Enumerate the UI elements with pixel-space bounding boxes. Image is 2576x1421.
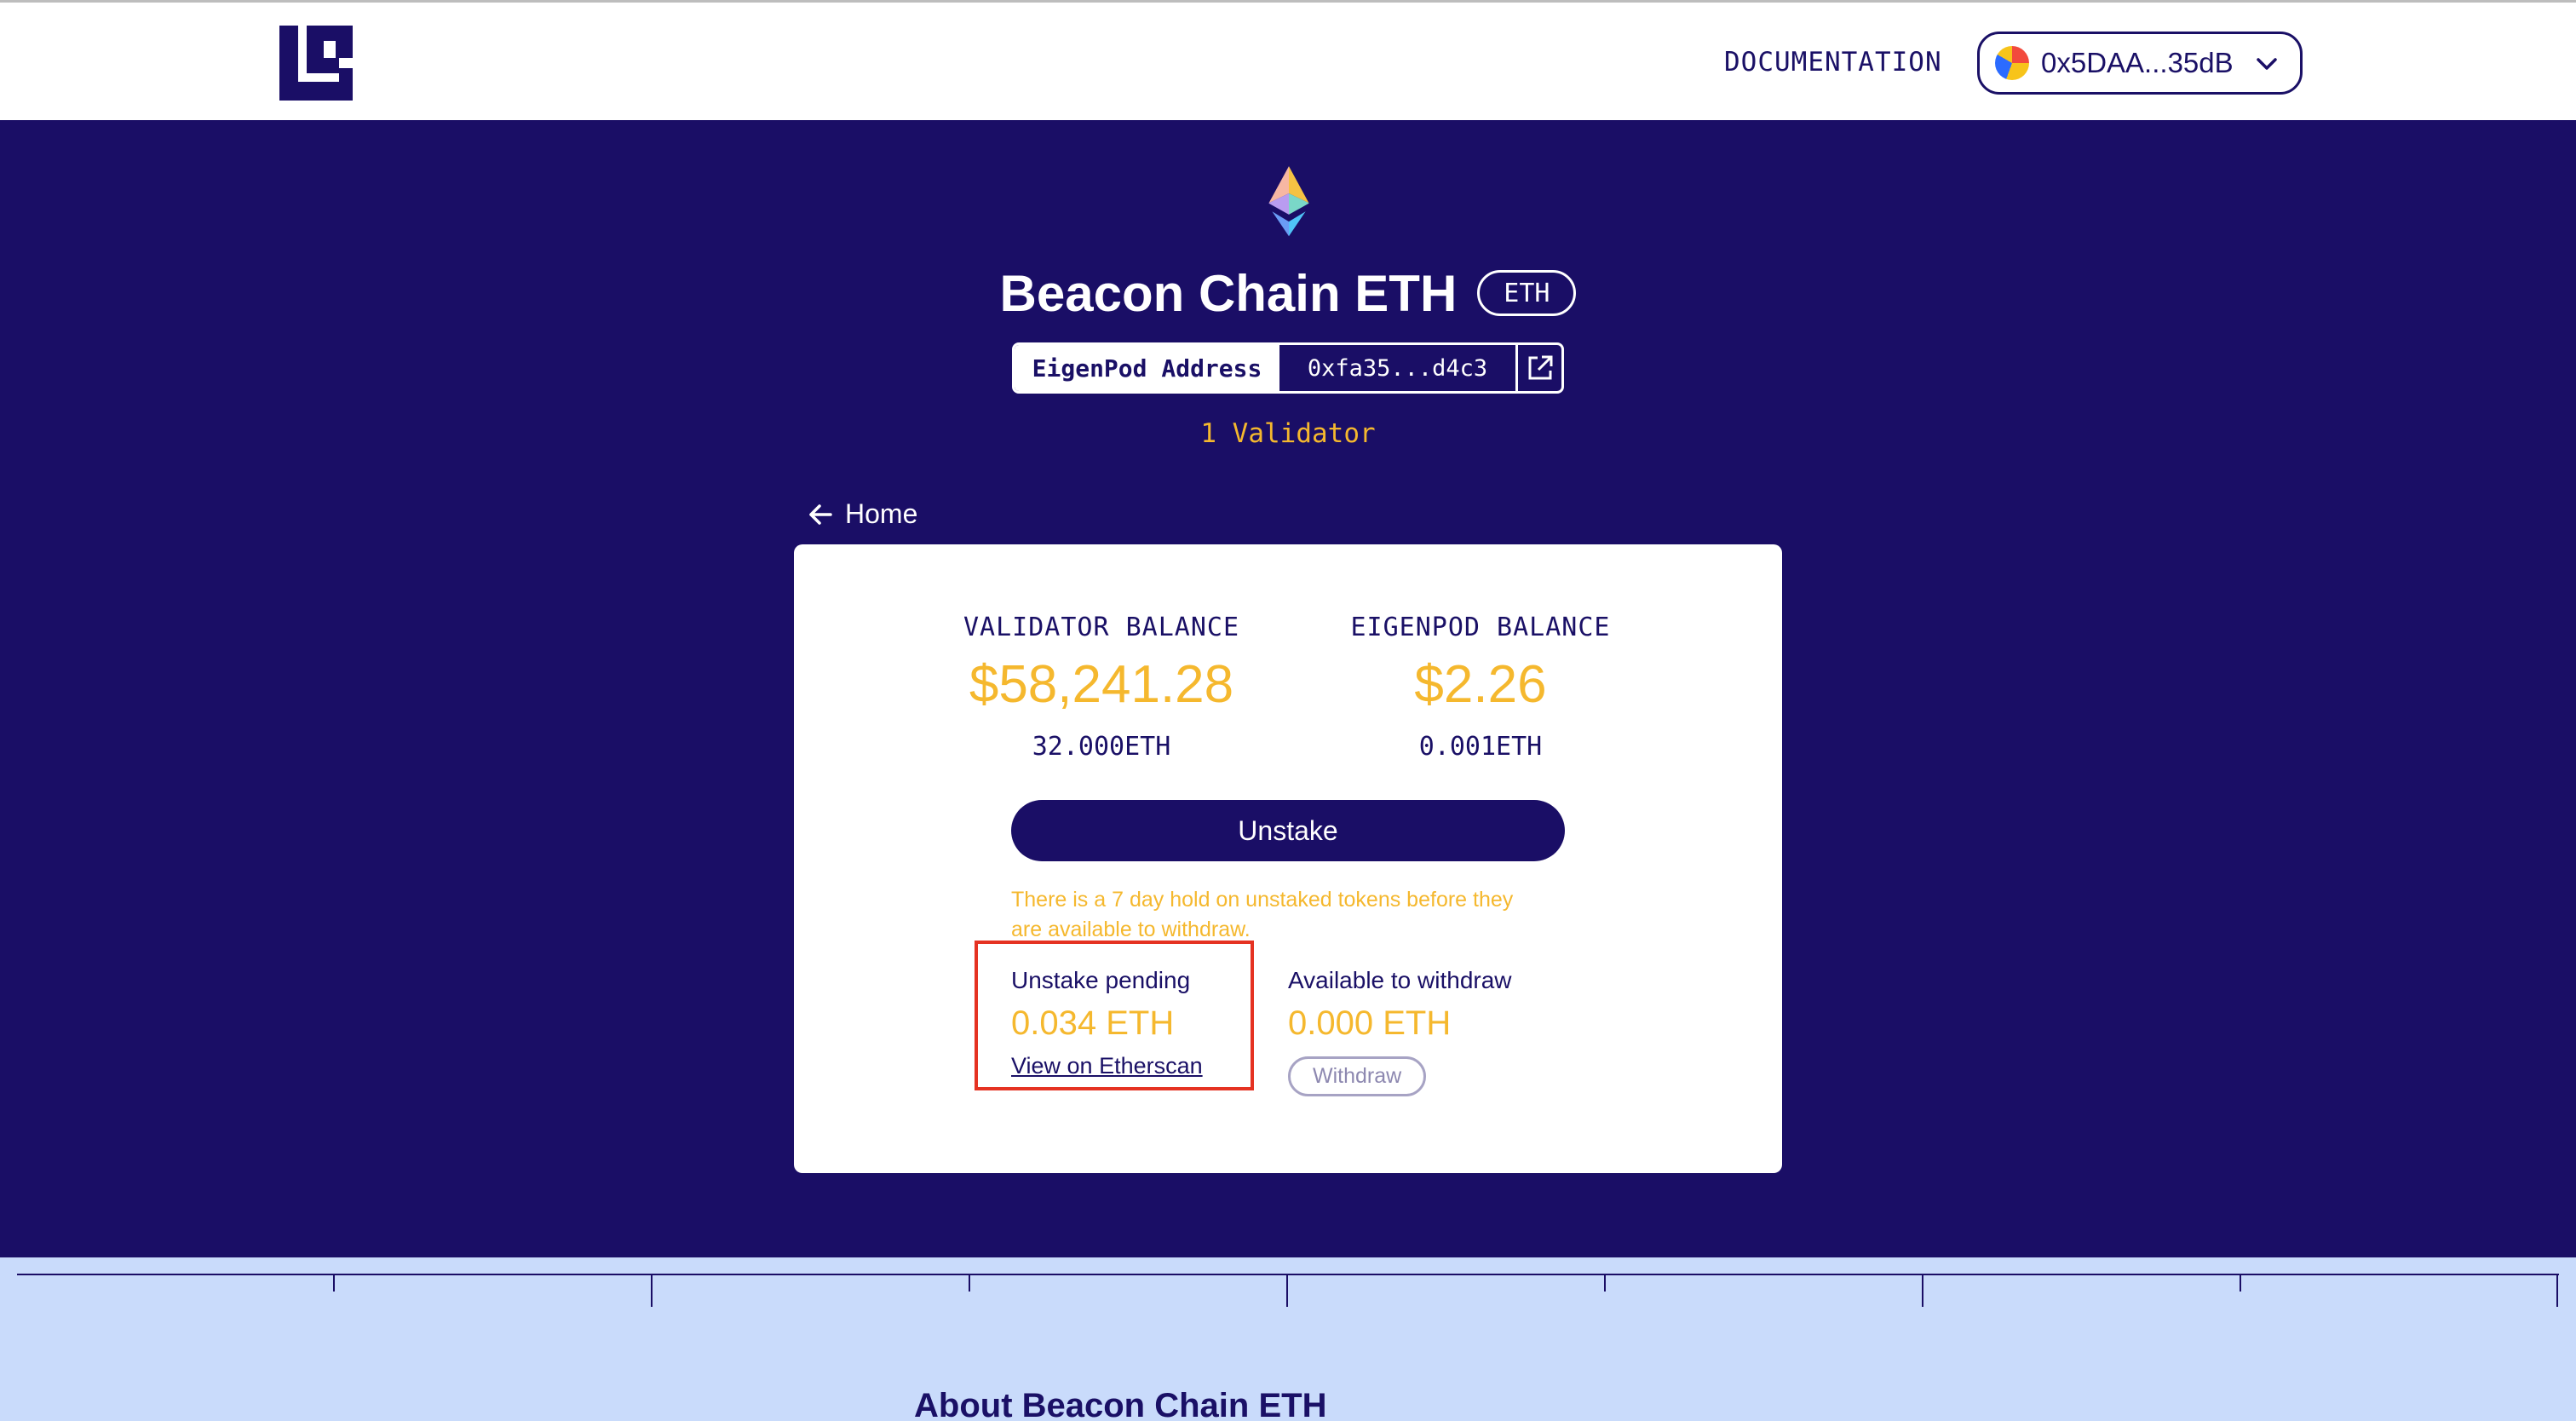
unstake-pending-label: Unstake pending (1011, 967, 1191, 993)
balance-card: VALIDATOR BALANCE $58,241.28 32.000ETH E… (794, 544, 1782, 1173)
available-panel: Available to withdraw 0.000 ETH Withdraw (1288, 967, 1512, 1096)
home-back-link[interactable]: Home (808, 498, 917, 530)
validator-balance: VALIDATOR BALANCE $58,241.28 32.000ETH (931, 613, 1272, 762)
page-title: Beacon Chain ETH (999, 264, 1458, 322)
validator-count: 1 Validator (1200, 418, 1376, 449)
eigenlayer-logo[interactable] (279, 26, 353, 101)
unstake-pending-value: 0.034 ETH (1011, 1004, 1175, 1042)
view-on-etherscan-link[interactable]: View on Etherscan (1011, 1053, 1203, 1079)
page: DOCUMENTATION 0x5DAA...35dB Beacon Chain… (0, 0, 2576, 1421)
wallet-button[interactable]: 0x5DAA...35dB (1977, 32, 2303, 95)
title-row: Beacon Chain ETH ETH (0, 259, 2576, 327)
withdraw-button[interactable]: Withdraw (1288, 1056, 1427, 1096)
available-label: Available to withdraw (1288, 967, 1512, 993)
eigenpod-balance-eth: 0.001ETH (1418, 732, 1543, 762)
available-value: 0.000 ETH (1288, 1004, 1452, 1042)
eigenpod-address-bar: EigenPod Address 0xfa35...d4c3 (1012, 342, 1564, 394)
open-external-button[interactable] (1518, 345, 1561, 391)
eigenpod-address[interactable]: 0xfa35...d4c3 (1279, 345, 1518, 391)
ethereum-icon (1266, 163, 1312, 239)
documentation-link[interactable]: DOCUMENTATION (1724, 47, 1942, 78)
eigenpod-balance-label: EIGENPOD BALANCE (1350, 613, 1611, 642)
about-section: About Beacon Chain ETH (0, 1257, 2576, 1421)
validator-balance-eth: 32.000ETH (1032, 732, 1171, 762)
ruler-divider (17, 1274, 2559, 1307)
eigenpod-balance-usd: $2.26 (1414, 655, 1547, 714)
token-symbol-badge: ETH (1477, 270, 1577, 316)
eigenpod-label: EigenPod Address (1015, 345, 1279, 391)
validator-balance-label: VALIDATOR BALANCE (963, 613, 1240, 642)
home-label: Home (845, 498, 918, 529)
validator-balance-usd: $58,241.28 (969, 655, 1234, 714)
wallet-address: 0x5DAA...35dB (2041, 47, 2234, 78)
arrow-left-icon (809, 503, 832, 525)
about-title: About Beacon Chain ETH (914, 1387, 1327, 1421)
eigenpod-balance: EIGENPOD BALANCE $2.26 0.001ETH (1310, 613, 1651, 762)
external-link-icon (1528, 355, 1552, 380)
top-header: DOCUMENTATION 0x5DAA...35dB (0, 0, 2576, 120)
chevron-down-icon (2257, 58, 2277, 70)
hold-notice: There is a 7 day hold on unstaked tokens… (1011, 888, 1514, 941)
wallet-avatar-icon (1995, 46, 2029, 80)
token-hero: Beacon Chain ETH ETH EigenPod Address 0x… (0, 120, 2576, 1257)
unstake-button[interactable]: Unstake (1011, 800, 1565, 861)
unstake-pending-panel: Unstake pending 0.034 ETH View on Ethers… (1011, 967, 1203, 1079)
